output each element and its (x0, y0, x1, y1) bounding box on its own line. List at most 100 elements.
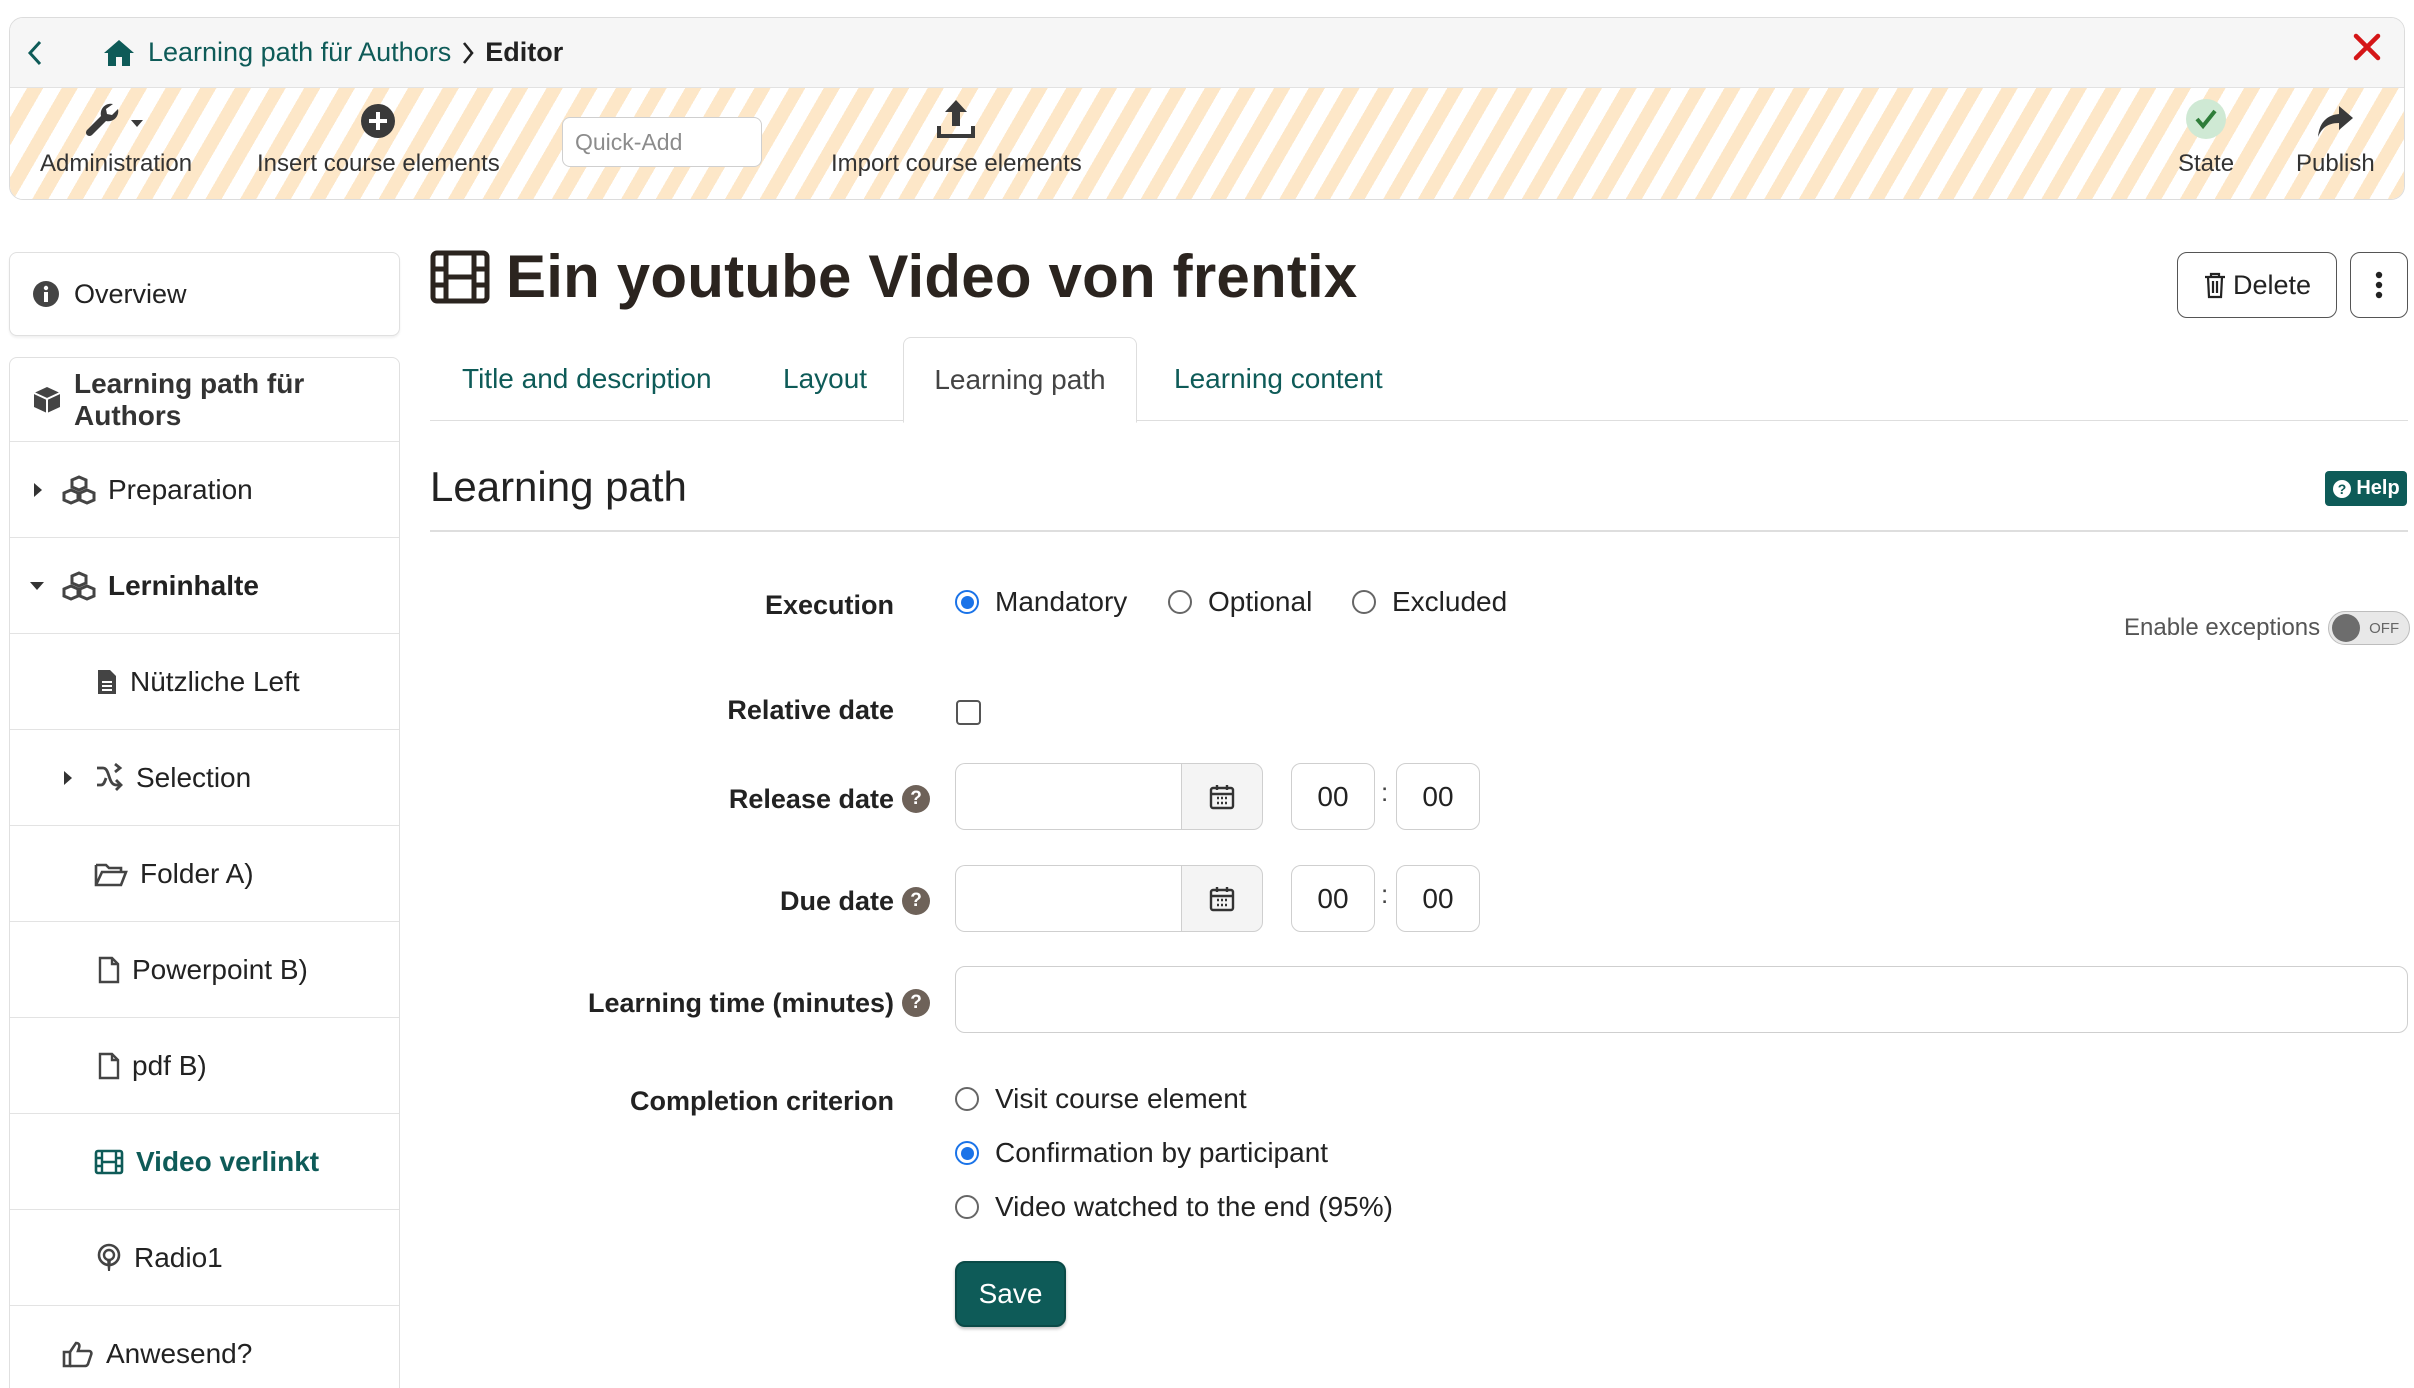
tree-item-course-root[interactable]: Learning path für Authors (10, 358, 399, 442)
cubes-icon (62, 474, 96, 505)
completion-radio-video-watched[interactable]: Video watched to the end (95%) (955, 1191, 1393, 1223)
info-circle-icon (32, 280, 60, 308)
due-date-input[interactable] (955, 865, 1181, 932)
radio-button[interactable] (955, 590, 979, 614)
tree-item-radio1[interactable]: Radio1 (10, 1210, 399, 1306)
learning-time-label: Learning time (minutes)? (560, 985, 930, 1021)
enable-exceptions-toggle[interactable]: OFF (2328, 611, 2411, 645)
tree-item-powerpoint-b[interactable]: Powerpoint B) (10, 922, 399, 1018)
cube-icon (32, 385, 62, 415)
due-hour-input[interactable]: 00 (1291, 865, 1375, 932)
radio-button[interactable] (955, 1141, 979, 1165)
tree-item-anwesend[interactable]: Anwesend? (10, 1306, 399, 1388)
insert-course-elements-button[interactable]: Insert course elements (257, 88, 500, 199)
film-icon (94, 1149, 124, 1175)
release-date-input[interactable] (955, 763, 1181, 830)
tab-learning-content[interactable]: Learning content (1174, 337, 1383, 421)
editor-toolbar: Administration Insert course elements Im… (10, 88, 2404, 199)
trash-icon (2203, 271, 2227, 299)
course-tree: Learning path für Authors Preparation Le… (9, 357, 400, 1388)
radio-button[interactable] (955, 1087, 979, 1111)
toggle-knob (2332, 614, 2361, 642)
section-title: Learning path (430, 463, 687, 510)
check-circle-icon (2185, 88, 2227, 144)
due-minute-input[interactable]: 00 (1396, 865, 1480, 932)
file-icon (98, 1052, 120, 1080)
help-question-icon[interactable]: ? (902, 989, 930, 1017)
help-button[interactable]: ? Help (2325, 471, 2407, 506)
completion-radio-visit[interactable]: Visit course element (955, 1083, 1247, 1115)
file-text-icon (96, 668, 118, 696)
tree-item-folder-a[interactable]: Folder A) (10, 826, 399, 922)
radio-button[interactable] (1352, 590, 1376, 614)
caret-down-icon[interactable] (28, 580, 46, 592)
execution-radio-optional[interactable]: Optional (1168, 586, 1312, 618)
radio-button[interactable] (955, 1195, 979, 1219)
podcast-icon (96, 1243, 122, 1273)
due-date-label: Due date? (560, 883, 930, 919)
close-icon[interactable] (2352, 32, 2382, 69)
caret-right-icon[interactable] (32, 481, 44, 499)
enable-exceptions: Enable exceptions OFF (2124, 611, 2411, 645)
back-chevron-icon[interactable] (26, 40, 64, 66)
execution-radio-mandatory[interactable]: Mandatory (955, 586, 1127, 618)
question-circle-icon: ? (2332, 479, 2352, 499)
breadcrumb: Learning path für Authors Editor (10, 18, 2404, 88)
time-colon: : (1381, 777, 1389, 807)
breadcrumb-course-link[interactable]: Learning path für Authors (148, 37, 451, 68)
quick-add-input[interactable] (562, 117, 762, 167)
home-icon[interactable] (102, 38, 136, 68)
release-minute-input[interactable]: 00 (1396, 763, 1480, 830)
upload-icon (936, 88, 976, 144)
release-date-picker (955, 763, 1263, 830)
import-course-elements-button[interactable]: Import course elements (831, 88, 1082, 199)
publish-button[interactable]: Publish (2296, 88, 2375, 199)
administration-button[interactable]: Administration (40, 88, 192, 199)
tree-item-pdf-b[interactable]: pdf B) (10, 1018, 399, 1114)
tree-item-selection[interactable]: Selection (10, 730, 399, 826)
radio-button[interactable] (1168, 590, 1192, 614)
editor-header: Learning path für Authors Editor Adminis… (9, 17, 2405, 200)
wrench-icon (83, 88, 149, 144)
more-options-button[interactable] (2350, 252, 2408, 318)
delete-button[interactable]: Delete (2177, 252, 2337, 318)
execution-label: Execution (764, 589, 894, 620)
relative-date-label: Relative date (727, 694, 894, 725)
save-button[interactable]: Save (955, 1261, 1066, 1327)
section-divider (430, 530, 2408, 532)
overview-link[interactable]: Overview (9, 252, 400, 336)
film-icon (430, 250, 490, 304)
breadcrumb-separator-icon (461, 41, 475, 65)
breadcrumb-current: Editor (485, 37, 564, 67)
thumbs-up-icon (62, 1340, 94, 1368)
svg-text:?: ? (2338, 481, 2347, 497)
tree-item-preparation[interactable]: Preparation (10, 442, 399, 538)
plus-circle-icon (359, 88, 397, 144)
release-hour-input[interactable]: 00 (1291, 763, 1375, 830)
tab-learning-path[interactable]: Learning path (903, 337, 1137, 423)
learning-time-input[interactable] (955, 966, 2408, 1033)
tree-item-lerninhalte[interactable]: Lerninhalte (10, 538, 399, 634)
release-date-label: Release date? (560, 781, 930, 817)
completion-radio-confirmation[interactable]: Confirmation by participant (955, 1137, 1328, 1169)
editor-tabs: Title and description Layout Learning pa… (430, 337, 2408, 423)
relative-date-checkbox[interactable] (956, 700, 981, 725)
tab-title-and-description[interactable]: Title and description (462, 337, 712, 421)
state-button[interactable]: State (2178, 88, 2234, 199)
help-question-icon[interactable]: ? (902, 785, 930, 813)
tree-item-video-verlinkt[interactable]: Video verlinkt (10, 1114, 399, 1210)
tab-layout[interactable]: Layout (783, 337, 867, 421)
calendar-icon[interactable] (1181, 865, 1263, 932)
help-question-icon[interactable]: ? (902, 887, 930, 915)
execution-radio-excluded[interactable]: Excluded (1352, 586, 1507, 618)
folder-open-icon (94, 861, 128, 887)
completion-criterion-label: Completion criterion (629, 1085, 894, 1116)
ellipsis-vertical-icon (2375, 271, 2383, 299)
caret-right-icon[interactable] (62, 769, 74, 787)
tree-item-nuetzliche-left[interactable]: Nützliche Left (10, 634, 399, 730)
file-icon (98, 956, 120, 984)
calendar-icon[interactable] (1181, 763, 1263, 830)
route-icon (94, 762, 124, 793)
page-title: Ein youtube Video von frentix (430, 242, 1357, 311)
share-arrow-icon (2315, 88, 2355, 144)
